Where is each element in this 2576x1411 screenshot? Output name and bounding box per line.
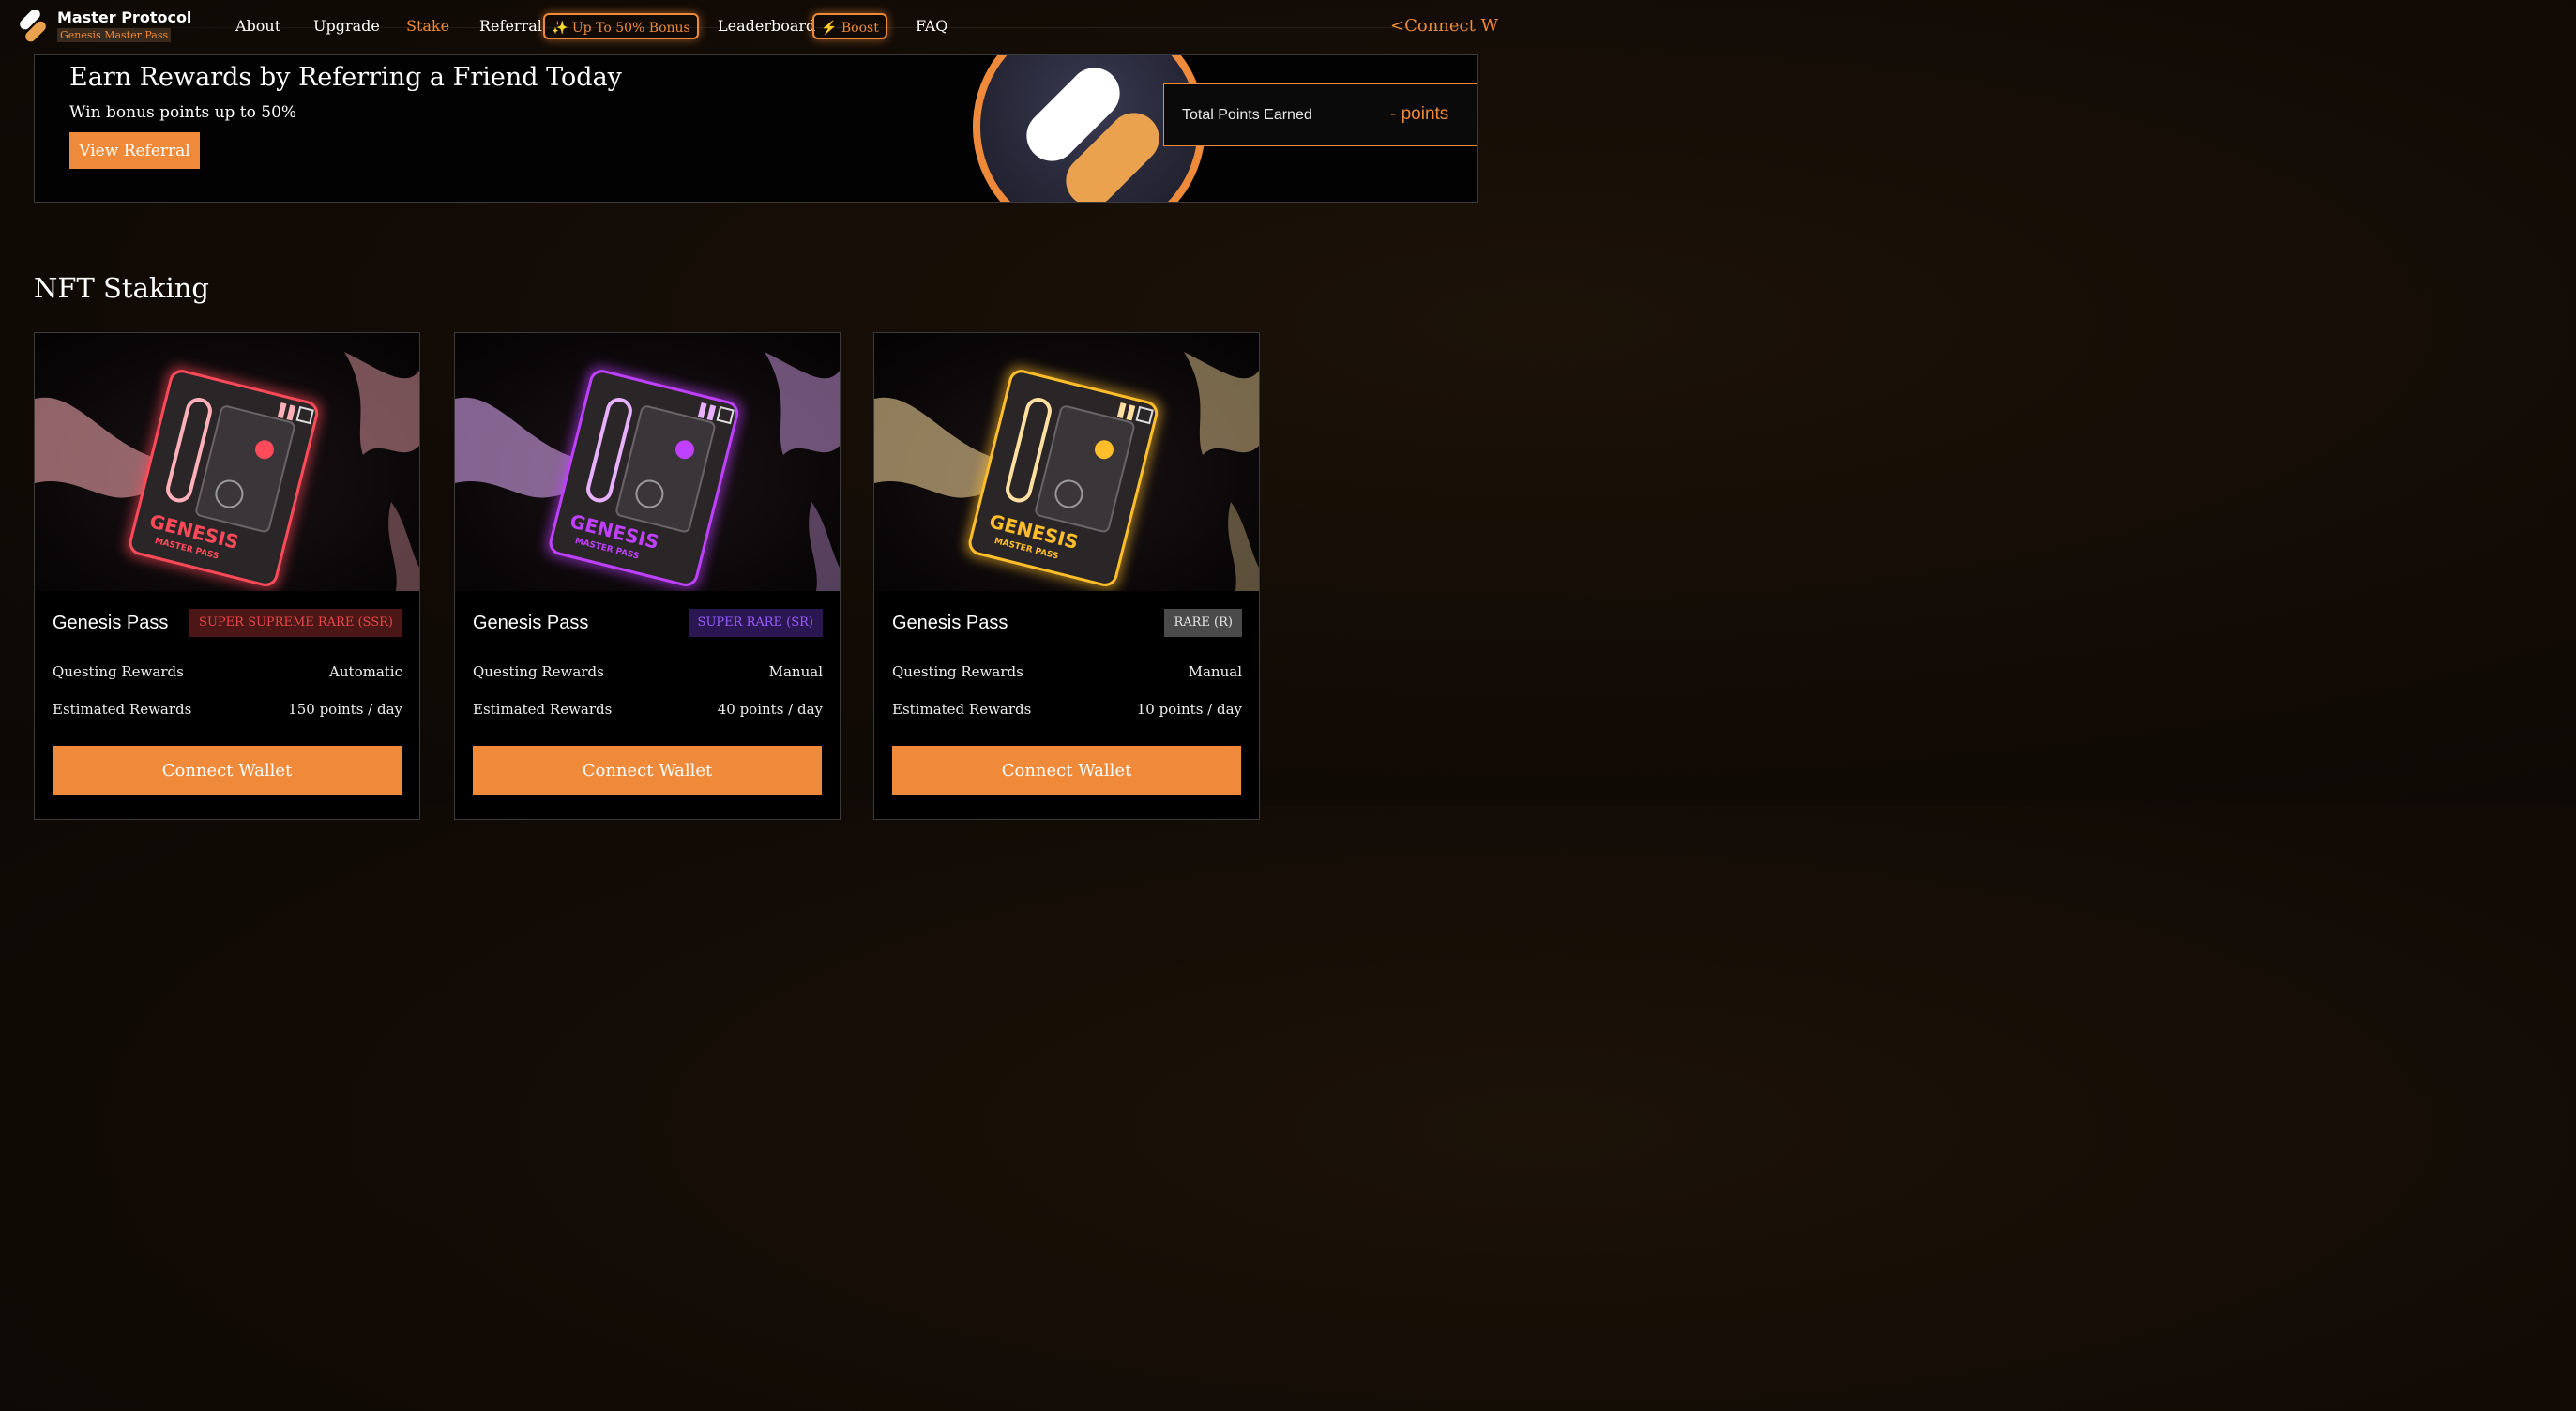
nav-stake-link[interactable]: Stake	[406, 17, 449, 35]
boost-pill-button[interactable]: ⚡ Boost	[812, 13, 887, 39]
nft-card: GENESIS MASTER PASS Genesis Pass RARE (R…	[873, 332, 1260, 820]
referral-banner: Earn Rewards by Referring a Friend Today…	[34, 54, 1478, 203]
nft-card: GENESIS MASTER PASS Genesis Pass SUPER S…	[34, 332, 420, 820]
estimated-rewards-label: Estimated Rewards	[53, 701, 192, 718]
brand-name[interactable]: Master Protocol	[57, 8, 191, 26]
banner-title: Earn Rewards by Referring a Friend Today	[69, 63, 622, 92]
nft-card: GENESIS MASTER PASS Genesis Pass SUPER R…	[454, 332, 841, 820]
questing-rewards-label: Questing Rewards	[473, 663, 604, 680]
questing-rewards-label: Questing Rewards	[892, 663, 1023, 680]
nav-referral-link[interactable]: Referral	[479, 17, 542, 35]
connect-wallet-button[interactable]: Connect Wallet	[892, 746, 1241, 795]
estimated-rewards-value: 40 points / day	[717, 701, 823, 718]
master-protocol-logo-icon[interactable]	[16, 8, 48, 42]
questing-rewards-label: Questing Rewards	[53, 663, 184, 680]
connect-wallet-button[interactable]: Connect Wallet	[473, 746, 822, 795]
nav-upgrade-link[interactable]: Upgrade	[313, 17, 380, 35]
genesis-pass-nft-image: GENESIS MASTER PASS	[874, 333, 1259, 591]
nav-about-link[interactable]: About	[235, 17, 280, 35]
banner-subtitle: Win bonus points up to 50%	[69, 103, 297, 122]
rarity-badge: RARE (R)	[1164, 609, 1242, 637]
questing-rewards-value: Manual	[1188, 663, 1242, 680]
questing-rewards-value: Manual	[768, 663, 823, 680]
estimated-rewards-value: 10 points / day	[1136, 701, 1242, 718]
genesis-pass-nft-image: GENESIS MASTER PASS	[35, 333, 419, 591]
brand-subtitle-badge: Genesis Master Pass	[57, 28, 172, 42]
card-title: Genesis Pass	[53, 613, 169, 633]
bonus-pill-button[interactable]: ✨ Up To 50% Bonus	[543, 13, 699, 39]
nav-leaderboard-link[interactable]: Leaderboard	[718, 17, 815, 35]
rarity-badge: SUPER RARE (SR)	[688, 609, 823, 637]
nft-staking-heading: NFT Staking	[34, 272, 209, 304]
estimated-rewards-value: 150 points / day	[288, 701, 402, 718]
rarity-badge: SUPER SUPREME RARE (SSR)	[189, 609, 402, 637]
card-title: Genesis Pass	[892, 613, 1008, 633]
estimated-rewards-label: Estimated Rewards	[892, 701, 1032, 718]
total-points-panel: Total Points Earned - points	[1163, 83, 1477, 146]
questing-rewards-value: Automatic	[329, 663, 402, 680]
total-points-value: - points	[1390, 104, 1449, 124]
total-points-label: Total Points Earned	[1182, 107, 1312, 123]
top-navigation-bar: Master Protocol Genesis Master Pass Abou…	[0, 0, 1498, 54]
connect-wallet-nav-button[interactable]: <Connect W	[1390, 16, 1498, 36]
connect-wallet-button[interactable]: Connect Wallet	[53, 746, 402, 795]
genesis-pass-nft-image: GENESIS MASTER PASS	[455, 333, 840, 591]
view-referral-button[interactable]: View Referral	[69, 132, 200, 169]
nav-faq-link[interactable]: FAQ	[916, 17, 947, 35]
card-title: Genesis Pass	[473, 613, 589, 633]
estimated-rewards-label: Estimated Rewards	[473, 701, 613, 718]
